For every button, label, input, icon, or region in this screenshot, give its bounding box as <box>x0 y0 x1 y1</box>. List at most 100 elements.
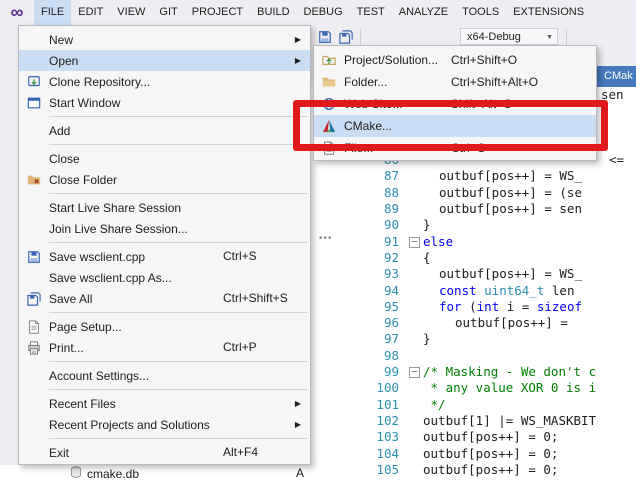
code-line[interactable]: 93outbuf[pos++] = WS_ <box>311 266 636 282</box>
menu-item-join-live-share-session[interactable]: Join Live Share Session... <box>19 218 310 239</box>
menu-item-save-all[interactable]: Save AllCtrl+Shift+S <box>19 288 310 309</box>
menu-item-recent-files[interactable]: Recent Files▶ <box>19 393 310 414</box>
code-text: * any value XOR 0 is i <box>423 380 596 396</box>
code-line[interactable]: 101 */ <box>311 397 636 413</box>
menu-item-start-live-share-session[interactable]: Start Live Share Session <box>19 197 310 218</box>
code-line[interactable]: 97} <box>311 331 636 347</box>
line-number: 89 <box>311 201 407 217</box>
fold-collapse-icon[interactable]: – <box>409 237 420 248</box>
menu-item-new[interactable]: New▶ <box>19 29 310 50</box>
solution-explorer-fragment: cmake.db A <box>0 465 311 483</box>
fold-margin <box>407 201 423 217</box>
save-all-icon <box>19 292 49 306</box>
code-line[interactable]: 98 <box>311 348 636 364</box>
submenu-item-file[interactable]: File...Ctrl+O <box>314 137 596 159</box>
fold-margin <box>407 446 423 462</box>
menu-item-print[interactable]: Print...Ctrl+P <box>19 337 310 358</box>
code-line[interactable]: 91–else <box>311 234 636 250</box>
fold-margin <box>407 168 423 184</box>
solution-explorer-item-cmake-db[interactable]: cmake.db <box>70 466 139 481</box>
menu-item-close-folder[interactable]: Close Folder <box>19 169 310 190</box>
file-menu: New▶Open▶Clone Repository...Start Window… <box>18 25 311 465</box>
code-line[interactable]: 95for (int i = sizeof <box>311 299 636 315</box>
menubar-item-file[interactable]: FILE <box>34 0 71 25</box>
tab-cmake[interactable]: CMak <box>597 66 636 87</box>
menu-item-close[interactable]: Close <box>19 148 310 169</box>
menu-item-add[interactable]: Add <box>19 120 310 141</box>
code-line[interactable]: 99–/* Masking - We don't c <box>311 364 636 380</box>
menu-item-account-settings[interactable]: Account Settings... <box>19 365 310 386</box>
menu-item-shortcut: Ctrl+Shift+Alt+O <box>451 71 538 93</box>
menu-item-shortcut: Ctrl+Shift+S <box>223 288 288 309</box>
menubar-item-build[interactable]: BUILD <box>250 0 296 25</box>
code-text: outbuf[1] |= WS_MASKBIT <box>423 413 596 429</box>
code-text: } <box>423 217 431 233</box>
menu-item-label: Clone Repository... <box>49 75 150 89</box>
menubar-item-debug[interactable]: DEBUG <box>297 0 350 25</box>
code-line[interactable]: 104outbuf[pos++] = 0; <box>311 446 636 462</box>
menu-item-label: Project/Solution... <box>344 53 438 67</box>
code-line[interactable]: 92{ <box>311 250 636 266</box>
line-number: 99 <box>311 364 407 380</box>
code-text: outbuf[pos++] = WS_ <box>439 168 582 184</box>
menu-item-label: Folder... <box>344 75 387 89</box>
save-all-icon[interactable] <box>337 28 355 46</box>
code-line[interactable]: 100 * any value XOR 0 is i <box>311 380 636 396</box>
code-line[interactable]: 90} <box>311 217 636 233</box>
configuration-dropdown[interactable]: x64-Debug ▼ <box>460 28 558 45</box>
quick-actions-dots-indicator[interactable]: ••• <box>319 233 333 244</box>
submenu-item-web-site[interactable]: Web Site...Shift+Alt+O <box>314 93 596 115</box>
menu-separator <box>49 312 307 313</box>
code-line[interactable]: 87outbuf[pos++] = WS_ <box>311 168 636 184</box>
text-fragment: A <box>296 466 304 480</box>
clone-repository-icon <box>19 75 49 89</box>
menu-item-label: Save wsclient.cpp As... <box>49 271 172 285</box>
menubar-item-tools[interactable]: TOOLS <box>455 0 506 25</box>
menu-item-label: Close <box>49 152 80 166</box>
code-line[interactable]: 88outbuf[pos++] = (se <box>311 185 636 201</box>
code-text: outbuf[pos++] = 0; <box>423 446 558 462</box>
menubar-item-git[interactable]: GIT <box>152 0 184 25</box>
line-number: 94 <box>311 283 407 299</box>
cmake-icon <box>314 119 344 133</box>
menu-item-label: Open <box>49 54 78 68</box>
code-line[interactable]: 102outbuf[1] |= WS_MASKBIT <box>311 413 636 429</box>
menu-item-start-window[interactable]: Start Window <box>19 92 310 113</box>
code-line[interactable]: 89outbuf[pos++] = sen <box>311 201 636 217</box>
code-text: else <box>423 234 453 250</box>
submenu-arrow-icon: ▶ <box>295 393 301 414</box>
solution-explorer-item-label: cmake.db <box>87 467 139 481</box>
menu-item-exit[interactable]: ExitAlt+F4 <box>19 442 310 463</box>
menu-item-shortcut: Ctrl+S <box>223 246 257 267</box>
code-line[interactable]: 96outbuf[pos++] = <box>311 315 636 331</box>
toolbar-separator <box>360 29 361 45</box>
submenu-item-folder[interactable]: Folder... Ctrl+Shift+Alt+O <box>314 71 596 93</box>
menubar-item-extensions[interactable]: EXTENSIONS <box>506 0 591 25</box>
submenu-item-project-solution[interactable]: Project/Solution...Ctrl+Shift+O <box>314 49 596 71</box>
menu-item-open[interactable]: Open▶ <box>19 50 310 71</box>
fold-margin <box>407 397 423 413</box>
menu-item-save-wsclient-cpp-as[interactable]: Save wsclient.cpp As... <box>19 267 310 288</box>
menubar-item-view[interactable]: VIEW <box>110 0 152 25</box>
menubar-item-analyze[interactable]: ANALYZE <box>392 0 455 25</box>
menu-item-clone-repository[interactable]: Clone Repository... <box>19 71 310 92</box>
code-line[interactable]: 105outbuf[pos++] = 0; <box>311 462 636 478</box>
save-icon[interactable] <box>316 28 334 46</box>
menubar-item-project[interactable]: PROJECT <box>185 0 250 25</box>
menu-item-page-setup[interactable]: Page Setup... <box>19 316 310 337</box>
save-icon <box>19 250 49 264</box>
submenu-item-cmake[interactable]: CMake... <box>314 115 596 137</box>
menubar-item-test[interactable]: TEST <box>350 0 392 25</box>
fold-collapse-icon[interactable]: – <box>409 367 420 378</box>
folder-icon <box>314 75 344 89</box>
menu-item-save-wsclient-cpp[interactable]: Save wsclient.cppCtrl+S <box>19 246 310 267</box>
code-line[interactable]: 94const uint64_t len <box>311 283 636 299</box>
menu-item-recent-projects-and-solutions[interactable]: Recent Projects and Solutions▶ <box>19 414 310 435</box>
fold-margin <box>407 185 423 201</box>
line-number: 101 <box>311 397 407 413</box>
menubar-item-edit[interactable]: EDIT <box>71 0 110 25</box>
code-line[interactable]: 103outbuf[pos++] = 0; <box>311 429 636 445</box>
print-icon <box>19 341 49 355</box>
code-text: outbuf[pos++] = 0; <box>423 462 558 478</box>
fold-margin <box>407 462 423 478</box>
